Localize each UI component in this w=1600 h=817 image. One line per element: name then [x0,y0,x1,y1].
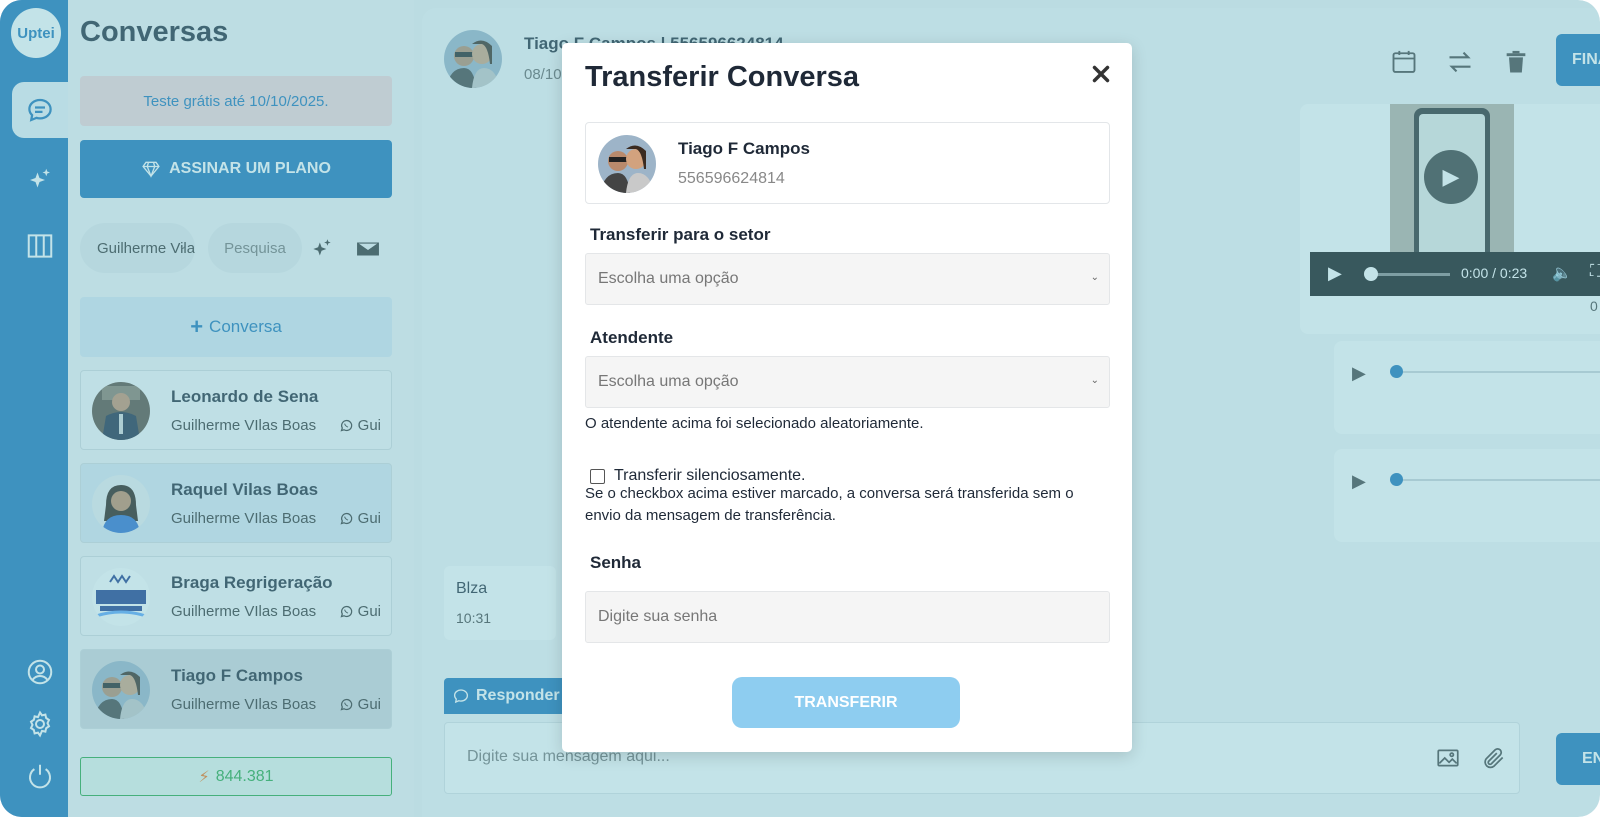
sector-label: Transferir para o setor [590,225,771,244]
avatar [598,135,656,193]
contact-name: Tiago F Campos [678,139,810,158]
chevron-down-icon: ⌄ [1090,375,1099,386]
sector-select[interactable]: Escolha uma opção ⌄ [585,253,1110,305]
password-label: Senha [590,553,642,572]
agent-hint: O atendente acima foi selecionado aleato… [585,415,924,432]
transfer-submit-button[interactable]: TRANSFERIR [732,677,960,728]
sector-select-value: Escolha uma opção [598,270,739,287]
silent-transfer-checkbox[interactable] [590,468,605,484]
chevron-down-icon: ⌄ [1090,272,1099,283]
agent-label: Atendente [590,328,674,347]
password-placeholder: Digite sua senha [598,608,718,625]
app-window: Uptei Conversas Teste grátis até 10/10/2… [0,0,1600,817]
silent-transfer-hint: Se o checkbox acima estiver marcado, a c… [585,485,1074,524]
password-field[interactable]: Digite sua senha [585,591,1110,643]
modal-title: Transferir Conversa [585,61,860,93]
close-icon[interactable] [1088,61,1114,87]
transfer-modal: Transferir Conversa Tiago F Campos 55659… [562,43,1132,752]
contact-phone: 556596624814 [678,170,785,187]
agent-select[interactable]: Escolha uma opção ⌄ [585,356,1110,408]
agent-select-value: Escolha uma opção [598,373,739,390]
contact-card: Tiago F Campos 556596624814 [585,122,1110,204]
